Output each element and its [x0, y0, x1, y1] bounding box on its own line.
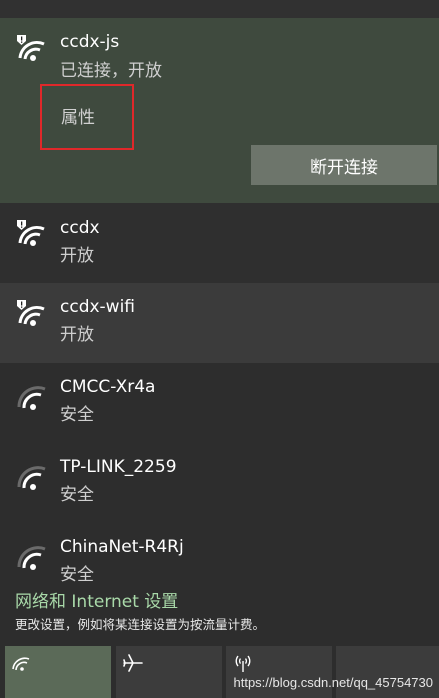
network-status: 开放	[60, 246, 94, 266]
network-name: CMCC-Xr4a	[60, 377, 156, 397]
network-name: ChinaNet-R4Rj	[60, 537, 184, 557]
network-item-cmcc-xr4a[interactable]: CMCC-Xr4a 安全	[0, 363, 439, 443]
top-strip	[0, 0, 439, 18]
network-status: 安全	[60, 485, 94, 505]
wifi-warning-icon	[17, 300, 45, 326]
network-item-tp-link-2259[interactable]: TP-LINK_2259 安全	[0, 443, 439, 523]
network-name: ccdx-js	[60, 32, 120, 52]
network-item-chinanet-r4rj[interactable]: ChinaNet-R4Rj 安全	[0, 523, 439, 583]
wifi-secured-icon	[17, 546, 46, 570]
wifi-secured-icon	[17, 386, 46, 410]
wifi-icon	[12, 657, 30, 671]
settings-section: 网络和 Internet 设置 更改设置，例如将某连接设置为按流量计费。	[0, 583, 439, 645]
mobile-hotspot-tile[interactable]	[226, 646, 332, 698]
quick-action-tile[interactable]	[336, 646, 439, 698]
network-settings-link[interactable]: 网络和 Internet 设置	[15, 587, 178, 612]
network-name: TP-LINK_2259	[60, 457, 177, 477]
wifi-toggle-tile[interactable]	[5, 646, 111, 698]
wifi-warning-icon	[17, 220, 45, 246]
network-item-ccdx-wifi[interactable]: ccdx-wifi 开放	[0, 283, 439, 363]
airplane-mode-tile[interactable]	[116, 646, 222, 698]
network-item-ccdx-js[interactable]: ccdx-js 已连接，开放 属性 断开连接	[0, 18, 439, 203]
settings-description: 更改设置，例如将某连接设置为按流量计费。	[15, 617, 266, 632]
disconnect-button[interactable]: 断开连接	[251, 145, 437, 185]
mobile-hotspot-icon	[235, 655, 251, 672]
network-status: 安全	[60, 565, 94, 583]
network-status: 已连接，开放	[60, 61, 162, 81]
watermark: https://blog.csdn.net/qq_45754730	[233, 675, 434, 690]
wifi-warning-icon	[17, 35, 45, 61]
wifi-secured-icon	[17, 466, 46, 490]
network-item-ccdx[interactable]: ccdx 开放	[0, 203, 439, 283]
network-status: 安全	[60, 405, 94, 425]
airplane-icon	[123, 654, 143, 672]
network-name: ccdx-wifi	[60, 297, 136, 317]
network-name: ccdx	[60, 218, 100, 238]
properties-link[interactable]: 属性	[61, 103, 95, 128]
network-status: 开放	[60, 325, 94, 345]
